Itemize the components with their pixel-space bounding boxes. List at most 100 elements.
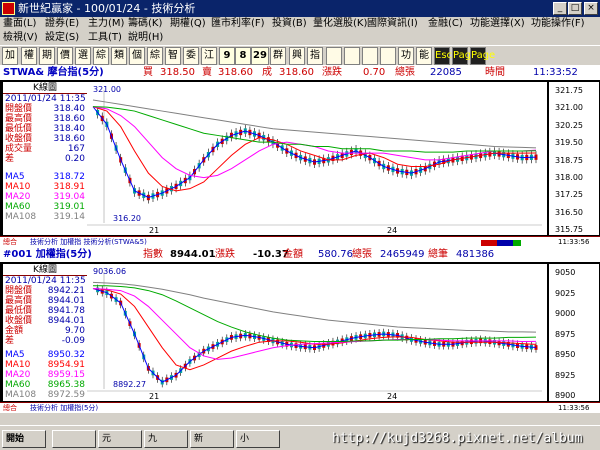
- menu-item-1[interactable]: 設定(S): [45, 31, 79, 44]
- bottom-ma-value: 8959.15: [47, 370, 85, 380]
- bottom-ma-label: MA108: [5, 390, 37, 400]
- top-ma-label: MA10: [5, 182, 31, 192]
- toolbar-button-0[interactable]: 加: [2, 47, 18, 65]
- bottom-stat-row: 差 -0.09: [3, 336, 87, 346]
- top-status-bar: 總合 技術分析 加權指 技術分析(STWA&5) 11:33:56: [0, 236, 600, 247]
- menu-item-6[interactable]: 投資(B): [272, 17, 307, 30]
- top-ma-value: 319.14: [53, 212, 86, 222]
- toolbar-button-23[interactable]: 能: [416, 47, 432, 65]
- app-icon: [2, 2, 15, 15]
- bottom-stat-label: 收盤價: [5, 316, 33, 326]
- toolbar-button-24[interactable]: Esc: [434, 47, 452, 65]
- close-button[interactable]: ×: [584, 2, 598, 15]
- minimize-button[interactable]: _: [553, 2, 567, 15]
- bottom-stat-value: -0.09: [61, 336, 85, 346]
- toolbar-button-15[interactable]: 群: [270, 47, 286, 65]
- top-ma-row: MA20 319.04: [3, 192, 87, 202]
- menu-item-11[interactable]: 功能操作(F): [531, 17, 585, 30]
- toolbar-button-22[interactable]: 功: [398, 47, 414, 65]
- bottom-status-time: 11:33:56: [558, 404, 590, 412]
- taskbar-item[interactable]: [52, 430, 96, 448]
- top-stat-value: 318.60: [53, 114, 86, 124]
- top-stat-label: 收盤價: [5, 134, 33, 144]
- toolbar-button-14[interactable]: 29: [251, 47, 269, 65]
- menu-item-2[interactable]: 主力(M): [88, 17, 124, 30]
- toolbar-button-10[interactable]: 委: [183, 47, 199, 65]
- menu-item-2[interactable]: 工具(T): [88, 31, 122, 44]
- menu-item-7[interactable]: 量化選股(K): [313, 17, 367, 30]
- toolbar-button-16[interactable]: 興: [289, 47, 305, 65]
- bottom-stat-label: 最低價: [5, 306, 33, 316]
- taskbar-item[interactable]: 小: [236, 430, 280, 448]
- bottom-ma-row: MA10 8954.91: [3, 360, 87, 370]
- taskbar-item[interactable]: 新: [190, 430, 234, 448]
- toolbar-button-19[interactable]: [344, 47, 360, 65]
- bottom-ma-value: 8950.32: [47, 350, 85, 360]
- toolbar-button-17[interactable]: 指: [307, 47, 323, 65]
- toolbar-button-9[interactable]: 智: [165, 47, 181, 65]
- toolbar-button-4[interactable]: 選: [75, 47, 91, 65]
- chart-low-label: 8892.27: [113, 380, 146, 389]
- toolbar-button-13[interactable]: 8: [235, 47, 251, 65]
- y-tick-label: 8975: [555, 329, 576, 339]
- top-chart-panel: STWA& 摩台指(5分) 買 318.50 賣 318.60 成 318.60…: [0, 65, 600, 247]
- menu-item-0[interactable]: 檢視(V): [3, 31, 38, 44]
- watermark-url: http://kujd3268.pixnet.net/album: [332, 431, 583, 446]
- quick-toolbar: 加權期價選綜類個綜智委江 9 8 29 群興指功能 Esc Page Page: [0, 45, 600, 65]
- series-line-ma108: [92, 281, 537, 333]
- top-ma-label: MA60: [5, 202, 31, 212]
- toolbar-button-6[interactable]: 類: [111, 47, 127, 65]
- top-stat-row: 成交量 167: [3, 144, 87, 154]
- top-ma-value: 318.91: [53, 182, 86, 192]
- toolbar-button-21[interactable]: [380, 47, 396, 65]
- bottom-stat-value: 9.70: [64, 326, 85, 336]
- toolbar-button-12[interactable]: 9: [219, 47, 235, 65]
- maximize-button[interactable]: □: [568, 2, 582, 15]
- window-title: 新世紀贏家 - 100/01/24 - 技術分析: [18, 2, 196, 15]
- toolbar-button-3[interactable]: 價: [57, 47, 73, 65]
- bottom-ma-row: MA108 8972.59: [3, 390, 87, 400]
- top-stat-row: 最高價 318.60: [3, 114, 87, 124]
- top-ma-label: MA20: [5, 192, 31, 202]
- bottom-info-panel: K線圖 2011/01/24 11:35 開盤價 8942.21 最高價 8944.0…: [3, 264, 87, 401]
- top-stat-label: 開盤價: [5, 104, 33, 114]
- menu-item-1[interactable]: 證券(E): [45, 17, 79, 30]
- bottom-chart-area[interactable]: 9036.06 8892.27 21 24: [87, 264, 547, 401]
- toolbar-button-11[interactable]: 江: [201, 47, 217, 65]
- top-stat-row: 收盤價 318.60: [3, 134, 87, 144]
- toolbar-button-7[interactable]: 個: [129, 47, 145, 65]
- menu-item-3[interactable]: 籌碼(K): [128, 17, 162, 30]
- toolbar-button-25[interactable]: Page: [452, 47, 477, 65]
- toolbar-button-20[interactable]: [362, 47, 378, 65]
- toolbar-button-2[interactable]: 期: [39, 47, 55, 65]
- bottom-ma-row: MA5 8950.32: [3, 350, 87, 360]
- y-tick-label: 321.75: [555, 86, 583, 95]
- toolbar-button-1[interactable]: 權: [21, 47, 37, 65]
- top-ma-value: 319.04: [53, 192, 86, 202]
- toolbar-button-26[interactable]: Page: [470, 47, 495, 65]
- top-stat-value: 167: [67, 144, 85, 154]
- menu-item-0[interactable]: 畫面(L): [3, 17, 36, 30]
- menu-item-5[interactable]: 匯市利率(F): [211, 17, 265, 30]
- bottom-ma-label: MA5: [5, 350, 25, 360]
- series-line-ma60: [92, 106, 537, 153]
- bottom-stat-label: 差: [5, 336, 15, 346]
- taskbar-item[interactable]: 元: [98, 430, 142, 448]
- menu-item-9[interactable]: 金融(C): [428, 17, 463, 30]
- menu-item-3[interactable]: 說明(H): [128, 31, 163, 44]
- top-chart-area[interactable]: 321.00 316.20 21 24: [87, 82, 547, 235]
- bottom-stat-value: 8942.21: [47, 286, 85, 296]
- taskbar-item[interactable]: 九: [144, 430, 188, 448]
- top-stat-value: 0.20: [64, 154, 85, 164]
- bottom-amt-value: 580.76: [318, 249, 353, 260]
- top-sell-label: 賣: [202, 67, 212, 78]
- menu-item-8[interactable]: 國際資訊(I): [367, 17, 418, 30]
- top-stat-row: 最低價 318.40: [3, 124, 87, 134]
- toolbar-button-8[interactable]: 綜: [147, 47, 163, 65]
- menu-item-4[interactable]: 期權(Q): [170, 17, 206, 30]
- toolbar-button-5[interactable]: 綜: [93, 47, 109, 65]
- bottom-stat-value: 8944.01: [47, 316, 85, 326]
- menu-item-10[interactable]: 功能選擇(X): [470, 17, 525, 30]
- toolbar-button-18[interactable]: [326, 47, 342, 65]
- start-button[interactable]: 開始: [2, 430, 46, 448]
